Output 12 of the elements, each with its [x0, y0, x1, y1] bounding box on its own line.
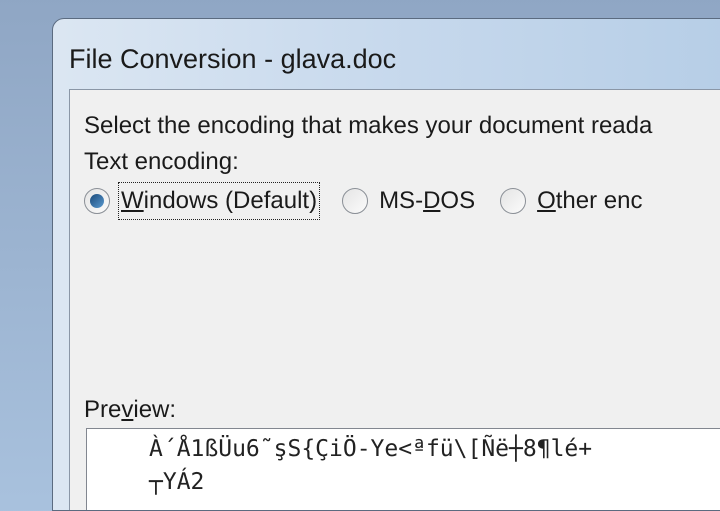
- radio-label: MS-DOS: [378, 186, 476, 216]
- text-encoding-label: Text encoding:: [84, 147, 240, 177]
- window-title: File Conversion - glava.doc: [69, 43, 398, 76]
- radio-label: Windows (Default): [118, 182, 320, 220]
- radio-button[interactable]: [500, 188, 526, 214]
- radio-label: Other enc: [536, 186, 644, 216]
- preview-text-line: À´Å1ßÜu6˜şS{ÇiÖ-Ye<ªfü\[Ñë┼8¶lé+: [149, 433, 592, 464]
- radio-button[interactable]: [342, 188, 368, 214]
- radio-button[interactable]: [84, 188, 110, 214]
- preview-label: Preview:: [84, 395, 176, 425]
- instruction-text: Select the encoding that makes your document reada: [84, 111, 654, 141]
- preview-text-line: ┬YÁ2: [149, 466, 204, 497]
